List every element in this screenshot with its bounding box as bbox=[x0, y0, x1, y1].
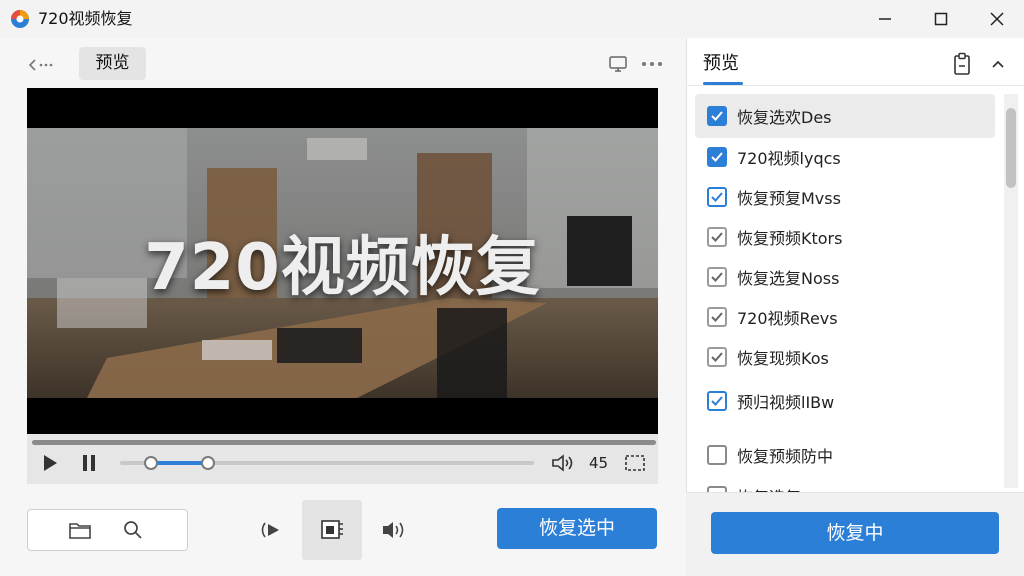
speaker-icon bbox=[552, 454, 573, 472]
more-icon bbox=[642, 62, 662, 66]
app-logo-icon bbox=[10, 9, 30, 29]
checkbox-checked[interactable] bbox=[707, 347, 727, 367]
volume-handle[interactable] bbox=[144, 456, 158, 470]
divider bbox=[686, 85, 1024, 86]
more-button[interactable] bbox=[639, 52, 665, 76]
close-button[interactable] bbox=[974, 0, 1020, 38]
item-label: 恢复选复 bbox=[737, 484, 801, 492]
checkbox-checked[interactable] bbox=[707, 106, 727, 126]
volume-handle-end[interactable] bbox=[201, 456, 215, 470]
close-icon bbox=[990, 12, 1004, 26]
item-label: 720视频lyqcs bbox=[737, 149, 841, 168]
seek-bar[interactable] bbox=[32, 440, 656, 445]
previous-button[interactable] bbox=[254, 515, 286, 545]
item-label: 恢复现频Kos bbox=[737, 349, 829, 368]
item-label: 恢复选复Noss bbox=[737, 269, 840, 288]
export-frame-icon bbox=[321, 520, 343, 539]
panel-title[interactable]: 预览 bbox=[703, 52, 739, 76]
open-folder-button[interactable] bbox=[66, 517, 94, 543]
folder-icon bbox=[69, 523, 91, 539]
minimize-icon bbox=[879, 18, 891, 20]
checkmark-icon bbox=[711, 232, 723, 242]
export-frame-button[interactable] bbox=[302, 500, 362, 560]
previous-icon bbox=[261, 522, 279, 538]
file-tools bbox=[27, 509, 188, 551]
recover-selected-button[interactable]: 恢复选中 bbox=[497, 508, 657, 549]
list-item-partial[interactable]: 恢复选复 bbox=[695, 480, 995, 492]
fullscreen-icon bbox=[625, 455, 645, 471]
item-label: 720视频Revs bbox=[737, 309, 838, 328]
search-icon bbox=[124, 521, 142, 539]
scrollbar-thumb[interactable] bbox=[1006, 108, 1016, 188]
video-overlay-title: 720视频恢复 bbox=[144, 231, 541, 305]
checkbox-checked[interactable] bbox=[707, 227, 727, 247]
fullscreen-button[interactable] bbox=[622, 451, 648, 475]
list-item[interactable]: 恢复预频防中 bbox=[695, 433, 995, 477]
list-item[interactable]: 恢复选复Noss bbox=[695, 255, 995, 299]
maximize-button[interactable] bbox=[918, 0, 964, 38]
checkbox-checked[interactable] bbox=[707, 391, 727, 411]
list-item[interactable]: 预归视频lIBw bbox=[695, 379, 995, 423]
recover-button[interactable]: 恢复中 bbox=[711, 512, 999, 554]
item-label: 恢复选欢Des bbox=[737, 108, 832, 127]
pause-button[interactable] bbox=[77, 451, 101, 475]
list-item[interactable]: 720视频lyqcs bbox=[695, 135, 995, 179]
list-item[interactable]: 720视频Revs bbox=[695, 295, 995, 339]
item-label: 恢复预频防中 bbox=[737, 447, 834, 466]
checkmark-icon bbox=[711, 312, 723, 322]
item-label: 恢复预频Ktors bbox=[737, 229, 843, 248]
minimize-button[interactable] bbox=[862, 0, 908, 38]
mute-button[interactable] bbox=[550, 451, 576, 475]
maximize-icon bbox=[934, 12, 948, 26]
checkbox-checked[interactable] bbox=[707, 187, 727, 207]
video-player[interactable]: 720视频恢复 bbox=[27, 88, 658, 434]
checkbox-checked[interactable] bbox=[707, 307, 727, 327]
list-item[interactable]: 恢复预复Mvss bbox=[695, 175, 995, 219]
checkmark-icon bbox=[711, 111, 723, 121]
checkbox-unchecked[interactable] bbox=[707, 445, 727, 465]
item-label: 恢复预复Mvss bbox=[737, 189, 841, 208]
back-arrow-icon bbox=[28, 59, 53, 71]
back-button[interactable] bbox=[26, 52, 56, 78]
list-item[interactable]: 恢复预频Ktors bbox=[695, 215, 995, 259]
next-button[interactable] bbox=[378, 515, 410, 545]
clipboard-icon bbox=[954, 52, 970, 75]
clipboard-button[interactable] bbox=[950, 50, 974, 78]
list-item[interactable]: 恢复选欢Des bbox=[695, 94, 995, 138]
window-title: 720视频恢复 bbox=[38, 9, 133, 28]
chevron-up-icon bbox=[992, 60, 1004, 68]
screen-button[interactable] bbox=[605, 52, 631, 76]
checkmark-icon bbox=[711, 192, 723, 202]
play-icon bbox=[44, 455, 57, 471]
list-item[interactable]: 恢复现频Kos bbox=[695, 335, 995, 379]
monitor-icon bbox=[609, 56, 627, 72]
time-display: 45 bbox=[589, 454, 609, 472]
checkmark-icon bbox=[711, 272, 723, 282]
play-button[interactable] bbox=[38, 451, 62, 475]
checkbox-checked[interactable] bbox=[707, 267, 727, 287]
collapse-button[interactable] bbox=[986, 52, 1010, 76]
volume-up-icon bbox=[383, 522, 404, 538]
pause-icon bbox=[83, 455, 95, 471]
checkmark-icon bbox=[711, 352, 723, 362]
checkmark-icon bbox=[711, 396, 723, 406]
tab-preview[interactable]: 预览 bbox=[79, 47, 146, 80]
checkbox-checked[interactable] bbox=[707, 147, 727, 167]
checkmark-icon bbox=[711, 152, 723, 162]
item-label: 预归视频lIBw bbox=[737, 393, 835, 412]
search-button[interactable] bbox=[119, 517, 147, 543]
